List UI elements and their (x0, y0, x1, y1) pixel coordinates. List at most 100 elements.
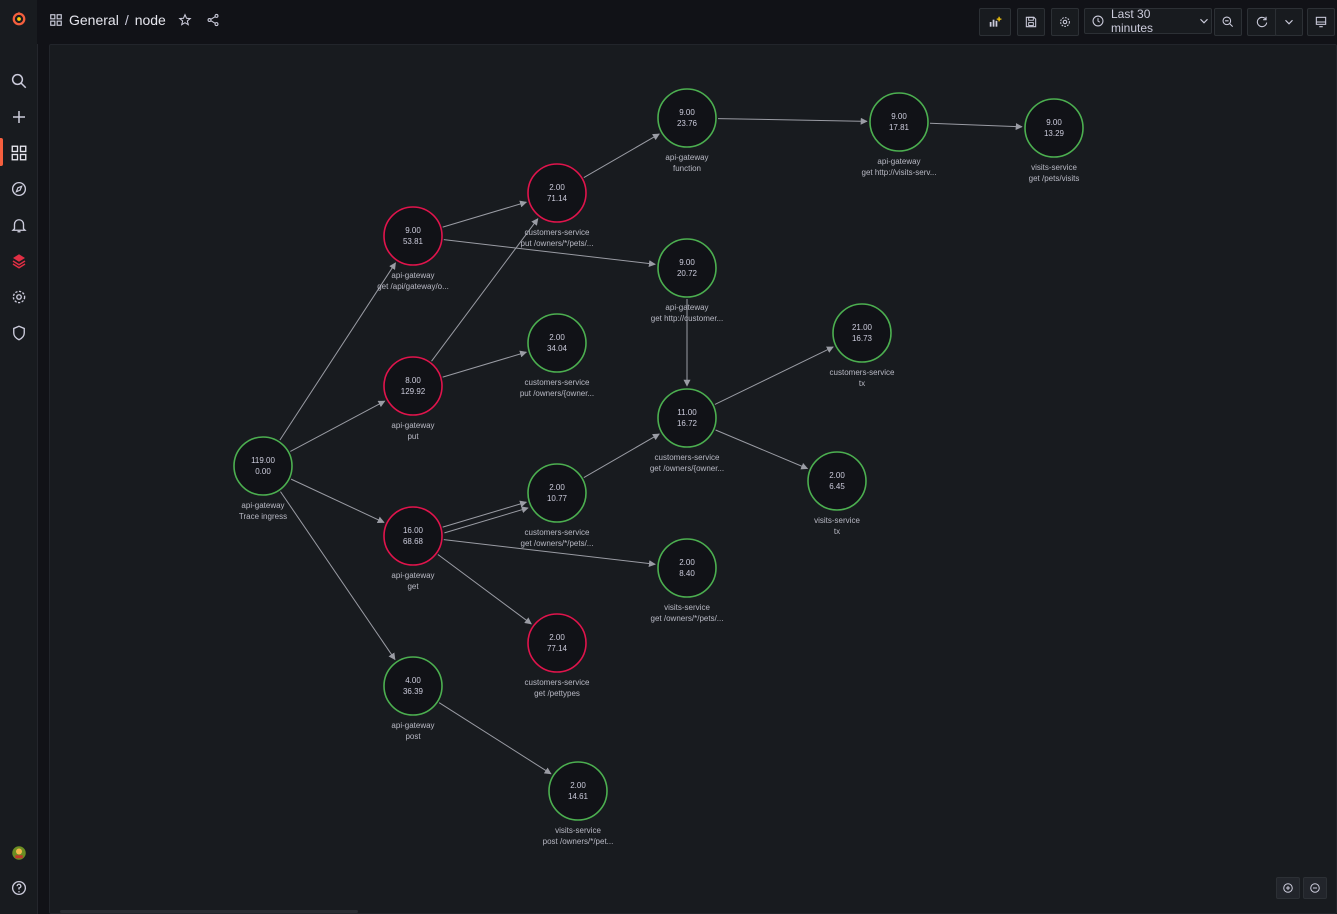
node-circle[interactable] (527, 313, 587, 373)
graph-edge[interactable] (929, 122, 1023, 131)
nodes-layer: 119.00 0.00 api-gateway Trace ingress 9.00 53… (233, 88, 1084, 846)
graph-node[interactable]: 8.00 129.92 api-gateway put (383, 356, 443, 441)
graph-node[interactable]: 2.00 14.61 visits-service post /owners/*/pe… (543, 761, 614, 846)
node-secondary-stat: 14.61 (568, 792, 589, 801)
star-icon[interactable] (178, 13, 192, 27)
clock-icon (1091, 14, 1105, 28)
node-main-stat: 16.00 (403, 526, 424, 535)
node-circle[interactable] (869, 92, 929, 152)
add-panel-button[interactable] (979, 8, 1011, 36)
graph-node[interactable]: 9.00 20.72 api-gateway get http://customer.… (651, 238, 723, 323)
graph-node[interactable]: 2.00 34.04 customers-service put /owners/{o… (520, 313, 594, 398)
graph-node[interactable]: 2.00 77.14 customers-service get /pettypes (525, 613, 590, 698)
graph-edge[interactable] (438, 702, 552, 775)
node-subtitle: put (407, 432, 419, 441)
node-secondary-stat: 129.92 (401, 387, 426, 396)
node-circle[interactable] (527, 163, 587, 223)
graph-edge[interactable] (442, 350, 528, 378)
sidebar-active-indicator (0, 138, 3, 166)
node-circle[interactable] (832, 303, 892, 363)
graph-node[interactable]: 2.00 10.77 customers-service get /owners/*/… (521, 463, 594, 548)
graph-node[interactable]: 2.00 8.40 visits-service get /owners/*/pets… (651, 538, 724, 623)
node-circle[interactable] (657, 538, 717, 598)
breadcrumb-dashboard-title[interactable]: node (135, 12, 166, 28)
graph-node[interactable]: 16.00 68.68 api-gateway get (383, 506, 443, 591)
node-circle[interactable] (657, 88, 717, 148)
graph-node[interactable]: 2.00 6.45 visits-service tx (807, 451, 867, 536)
graph-node[interactable]: 9.00 13.29 visits-service get /pets/visits (1024, 98, 1084, 183)
node-title: api-gateway (391, 571, 434, 580)
node-circle[interactable] (527, 463, 587, 523)
node-title: api-gateway (877, 157, 920, 166)
node-circle[interactable] (548, 761, 608, 821)
node-circle[interactable] (527, 613, 587, 673)
node-secondary-stat: 17.81 (889, 123, 910, 132)
graph-edge[interactable] (442, 500, 528, 528)
explore-icon[interactable] (6, 176, 31, 201)
shield-icon[interactable] (6, 320, 31, 345)
tv-mode-button[interactable] (1307, 8, 1335, 36)
node-subtitle: function (673, 164, 701, 173)
graph-node[interactable]: 21.00 16.73 customers-service tx (830, 303, 895, 388)
refresh-button[interactable] (1247, 8, 1277, 36)
breadcrumb-folder[interactable]: General (69, 12, 119, 28)
graph-edge[interactable] (715, 429, 809, 470)
graph-node[interactable]: 9.00 17.81 api-gateway get http://visits-se… (862, 92, 937, 177)
node-circle[interactable] (657, 238, 717, 298)
graph-edge[interactable] (437, 554, 532, 625)
help-icon[interactable] (6, 875, 31, 900)
node-secondary-stat: 53.81 (403, 237, 424, 246)
node-subtitle: get http://visits-serv... (862, 168, 937, 177)
node-subtitle: get http://customer... (651, 314, 723, 323)
node-circle[interactable] (383, 356, 443, 416)
graph-edge[interactable] (442, 200, 528, 228)
graph-edge[interactable] (290, 400, 386, 452)
graph-edge[interactable] (717, 117, 868, 125)
zoom-out-time-button[interactable] (1214, 8, 1242, 36)
graph-edge[interactable] (280, 491, 396, 661)
gear-icon[interactable] (6, 284, 31, 309)
graph-node[interactable]: 2.00 71.14 customers-service put /owners/*/… (521, 163, 594, 248)
share-icon[interactable] (206, 13, 220, 27)
alerting-icon[interactable] (6, 212, 31, 237)
node-title: customers-service (655, 453, 720, 462)
save-dashboard-button[interactable] (1017, 8, 1045, 36)
refresh-interval-dropdown[interactable] (1275, 8, 1303, 36)
node-subtitle: post /owners/*/pet... (543, 837, 614, 846)
graph-edge[interactable] (714, 346, 834, 405)
graph-node[interactable]: 9.00 53.81 api-gateway get /api/gateway/o..… (377, 206, 449, 291)
graph-edge[interactable] (583, 133, 660, 178)
zoom-out-button[interactable] (1303, 877, 1327, 899)
node-circle[interactable] (657, 388, 717, 448)
node-secondary-stat: 23.76 (677, 119, 698, 128)
search-icon[interactable] (6, 68, 31, 93)
dashboards-icon[interactable] (6, 140, 31, 165)
node-graph[interactable]: 119.00 0.00 api-gateway Trace ingress 9.00 53… (50, 45, 1336, 913)
zoom-in-button[interactable] (1276, 877, 1300, 899)
graph-node[interactable]: 11.00 16.72 customers-service get /owners/{… (650, 388, 724, 473)
graph-node[interactable]: 119.00 0.00 api-gateway Trace ingress (233, 436, 293, 521)
node-subtitle: put /owners/{owner... (520, 389, 594, 398)
user-avatar[interactable] (6, 840, 31, 865)
node-circle[interactable] (1024, 98, 1084, 158)
node-main-stat: 8.00 (405, 376, 421, 385)
node-circle[interactable] (383, 506, 443, 566)
plus-icon[interactable] (6, 104, 31, 129)
plugin-app-icon[interactable] (6, 248, 31, 273)
node-circle[interactable] (383, 656, 443, 716)
graph-node[interactable]: 4.00 36.39 api-gateway post (383, 656, 443, 741)
node-circle[interactable] (383, 206, 443, 266)
time-picker[interactable]: Last 30 minutes (1084, 7, 1212, 35)
horizontal-scrollbar[interactable] (60, 910, 358, 913)
dashboard-settings-button[interactable] (1051, 8, 1079, 36)
node-circle[interactable] (807, 451, 867, 511)
grafana-logo[interactable] (6, 6, 31, 31)
node-main-stat: 2.00 (549, 183, 565, 192)
graph-edge[interactable] (290, 478, 385, 523)
graph-node[interactable]: 9.00 23.76 api-gateway function (657, 88, 717, 173)
graph-edge[interactable] (444, 506, 529, 534)
node-main-stat: 119.00 (251, 456, 275, 465)
graph-edge[interactable] (583, 433, 660, 478)
node-circle[interactable] (233, 436, 293, 496)
node-main-stat: 9.00 (1046, 118, 1062, 127)
